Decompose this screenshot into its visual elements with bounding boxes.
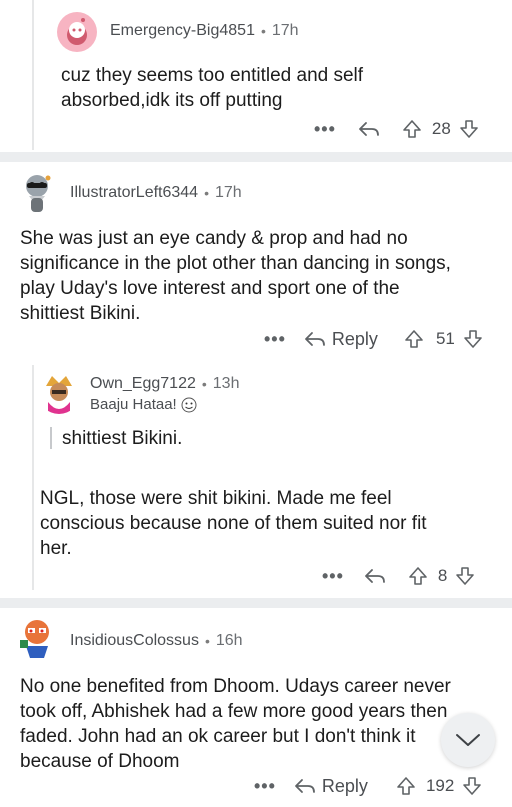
comment-age: 17h	[271, 22, 299, 39]
comment-age: 17h	[214, 184, 242, 201]
comment-line: faded. John had an ok career but I don't…	[20, 726, 416, 747]
scroll-down-button[interactable]	[441, 713, 495, 767]
snoo-avatar-icon	[46, 376, 72, 414]
meta-separator: •	[201, 376, 207, 392]
flair-emoji-icon	[181, 397, 197, 413]
downvote-icon[interactable]	[462, 776, 482, 796]
vote-count: 192	[425, 776, 455, 795]
comment-line: her.	[40, 538, 72, 559]
reply-label: Reply	[321, 775, 368, 796]
comment-separator	[0, 598, 512, 608]
meta-separator: •	[204, 185, 209, 201]
downvote-icon[interactable]	[459, 119, 479, 139]
reply-icon	[305, 332, 325, 346]
reply-icon[interactable]	[358, 120, 380, 138]
vote-count: 28	[431, 119, 451, 138]
comment-line: shittiest Bikini.	[20, 303, 141, 324]
comment-line: because of Dhoom	[20, 751, 180, 772]
comment-line: took off, Abhishek had a few more good y…	[20, 701, 448, 722]
comment-username[interactable]: Emergency-Big4851	[110, 22, 255, 40]
more-options-button[interactable]: •••	[264, 329, 286, 350]
chevron-down-icon	[456, 734, 480, 746]
comment-username[interactable]: IllustratorLeft6344	[70, 184, 198, 202]
upvote-icon[interactable]	[404, 329, 424, 349]
comment-line: significance in the plot other than danc…	[20, 253, 451, 274]
reply-icon	[295, 779, 315, 793]
snoo-avatar-icon	[20, 620, 49, 658]
comment-username[interactable]: Own_Egg7122	[90, 375, 196, 393]
comment-body: cuz they seems too entitled and self abs…	[61, 63, 363, 113]
more-options-button[interactable]: •••	[314, 119, 336, 140]
meta-separator: •	[204, 633, 210, 649]
reply-icon[interactable]	[364, 567, 386, 585]
comment-line: NGL, those were shit bikini. Made me fee…	[40, 488, 392, 509]
flair-text: Baaju Hataa!	[90, 396, 177, 413]
more-options-button[interactable]: •••	[254, 776, 276, 797]
downvote-icon[interactable]	[455, 566, 475, 586]
reply-button[interactable]: Reply	[304, 329, 378, 350]
reply-button[interactable]: Reply	[294, 776, 368, 797]
vote-count: 51	[435, 329, 455, 348]
comment-line: No one benefited from Dhoom. Udays caree…	[20, 676, 451, 697]
user-avatar[interactable]	[38, 372, 80, 414]
comment-line: She was just an eye candy & prop and had…	[20, 228, 408, 249]
upvote-icon[interactable]	[402, 119, 422, 139]
user-avatar[interactable]	[14, 172, 60, 218]
comment-body: No one benefited from Dhoom. Udays caree…	[20, 674, 451, 774]
comment-line: cuz they seems too entitled and self	[61, 65, 364, 86]
snoo-avatar-icon	[67, 18, 87, 45]
comment-line: play Uday's love interest and sport one …	[20, 278, 400, 299]
quote-bar	[50, 427, 52, 449]
user-avatar[interactable]	[14, 614, 60, 660]
snoo-avatar-icon	[26, 175, 51, 212]
user-avatar[interactable]	[57, 12, 97, 52]
quoted-text: shittiest Bikini.	[62, 428, 183, 449]
comment-separator	[0, 152, 512, 162]
comment-body: NGL, those were shit bikini. Made me fee…	[40, 486, 427, 561]
meta-separator: •	[260, 23, 266, 39]
comment-body: She was just an eye candy & prop and had…	[20, 226, 451, 326]
comment-age: 13h	[212, 375, 240, 392]
comment-age: 16h	[215, 632, 243, 649]
downvote-icon[interactable]	[463, 329, 483, 349]
comment-line: absorbed,idk its off putting	[61, 90, 283, 111]
thread-line[interactable]	[32, 365, 34, 590]
user-flair: Baaju Hataa!	[90, 396, 197, 413]
reply-label: Reply	[331, 328, 378, 349]
vote-count: 8	[437, 566, 448, 585]
comment-line: conscious because none of them suited no…	[40, 513, 427, 534]
upvote-icon[interactable]	[396, 776, 416, 796]
more-options-button[interactable]: •••	[322, 566, 344, 587]
thread-line[interactable]	[32, 0, 34, 150]
upvote-icon[interactable]	[408, 566, 428, 586]
comment-username[interactable]: InsidiousColossus	[70, 632, 199, 650]
